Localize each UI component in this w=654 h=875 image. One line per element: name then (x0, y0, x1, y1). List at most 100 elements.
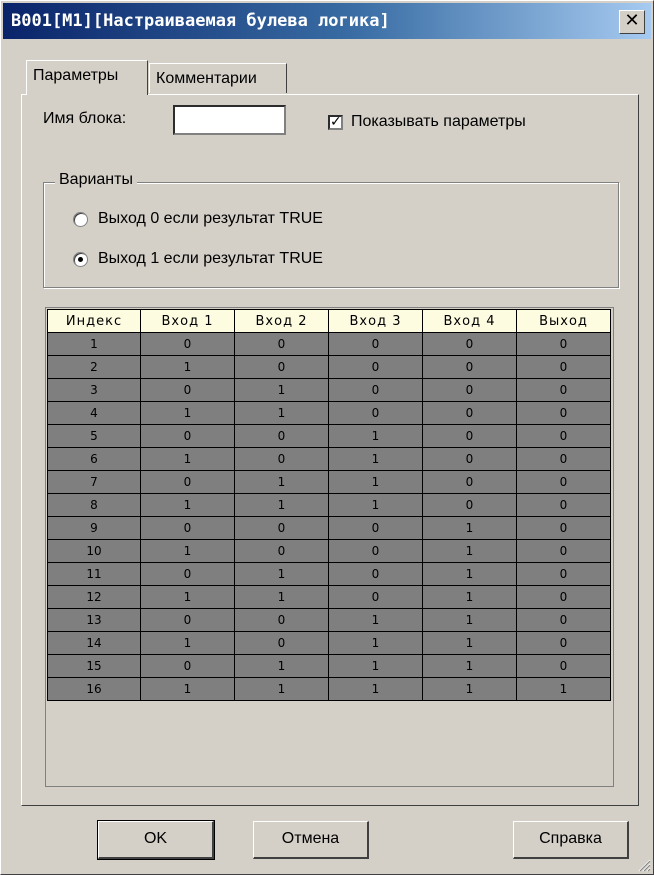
input-cell: 0 (422, 332, 517, 356)
resize-grip-icon[interactable] (635, 856, 651, 872)
input-cell: 0 (140, 378, 235, 402)
col-header-input3[interactable]: Вход 3 (328, 309, 423, 333)
input-cell: 1 (422, 539, 517, 563)
row-index-cell: 10 (47, 539, 141, 563)
input-cell: 1 (140, 585, 235, 609)
variants-legend: Варианты (55, 171, 137, 189)
table-row[interactable]: 14 1 0 1 1 0 (47, 631, 611, 655)
col-header-output[interactable]: Выход (516, 309, 611, 333)
output-cell[interactable]: 0 (516, 631, 611, 655)
input-cell: 1 (140, 447, 235, 471)
table-row[interactable]: 210000 (47, 355, 611, 379)
input-cell: 0 (422, 355, 517, 379)
output-cell[interactable]: 1 (516, 677, 611, 701)
col-header-input2[interactable]: Вход 2 (234, 309, 329, 333)
variant-output1-radio[interactable] (73, 252, 88, 267)
output-cell[interactable]: 0 (516, 355, 611, 379)
tab-parameters[interactable]: Параметры (26, 60, 148, 95)
table-row[interactable]: 900010 (47, 516, 611, 540)
input-cell: 0 (234, 424, 329, 448)
row-index-cell: 16 (47, 677, 141, 701)
show-params-checkbox[interactable]: ✓ (328, 115, 343, 130)
radio-selected-dot (78, 257, 83, 262)
col-header-index[interactable]: Индекс (47, 309, 141, 333)
input-cell: 0 (328, 401, 423, 425)
input-cell: 0 (422, 470, 517, 494)
input-cell: 1 (234, 677, 329, 701)
variant-output1-label[interactable]: Выход 1 если результат TRUE (98, 250, 323, 268)
truth-table: Индекс Вход 1 Вход 2 Вход 3 Вход 4 Выход… (47, 309, 611, 701)
table-row[interactable]: 411000 (47, 401, 611, 425)
input-cell: 1 (328, 654, 423, 678)
cancel-button[interactable]: Отмена (253, 821, 369, 859)
truth-table-container: Индекс Вход 1 Вход 2 Вход 3 Вход 4 Выход… (45, 307, 614, 787)
table-row[interactable]: 16 1 1 1 1 1 (47, 677, 611, 701)
table-row[interactable]: 13 0 0 1 1 0 (47, 608, 611, 632)
output-cell[interactable]: 0 (516, 539, 611, 563)
output-cell[interactable]: 0 (516, 378, 611, 402)
output-cell[interactable]: 0 (516, 608, 611, 632)
table-row[interactable]: 100000 (47, 332, 611, 356)
output-cell[interactable]: 0 (516, 493, 611, 517)
row-index-cell: 13 (47, 608, 141, 632)
input-cell: 0 (140, 424, 235, 448)
input-cell: 1 (328, 608, 423, 632)
row-index-cell: 3 (47, 378, 141, 402)
output-cell[interactable]: 0 (516, 470, 611, 494)
row-index-cell: 4 (47, 401, 141, 425)
close-button[interactable]: ✕ (619, 10, 645, 34)
input-cell: 0 (422, 493, 517, 517)
input-cell: 1 (328, 677, 423, 701)
dialog-window: B001[M1][Настраиваемая булева логика] ✕ … (0, 0, 654, 875)
row-index-cell: 14 (47, 631, 141, 655)
variant-output0-label[interactable]: Выход 0 если результат TRUE (98, 210, 323, 228)
table-row[interactable]: 10 1 0 0 1 0 (47, 539, 611, 563)
table-row[interactable]: 12 1 1 0 1 0 (47, 585, 611, 609)
col-header-input4[interactable]: Вход 4 (422, 309, 517, 333)
show-params-label[interactable]: Показывать параметры (351, 113, 526, 131)
table-row[interactable]: 701100 (47, 470, 611, 494)
input-cell: 0 (140, 470, 235, 494)
input-cell: 1 (328, 493, 423, 517)
table-row[interactable]: 301000 (47, 378, 611, 402)
help-button[interactable]: Справка (513, 821, 629, 859)
input-cell: 0 (234, 332, 329, 356)
input-cell: 0 (422, 424, 517, 448)
output-cell[interactable]: 0 (516, 447, 611, 471)
tab-comments[interactable]: Комментарии (149, 63, 287, 93)
table-row[interactable]: 500100 (47, 424, 611, 448)
output-cell[interactable]: 0 (516, 516, 611, 540)
input-cell: 1 (328, 470, 423, 494)
output-cell[interactable]: 0 (516, 654, 611, 678)
output-cell[interactable]: 0 (516, 401, 611, 425)
ok-button[interactable]: OK (97, 820, 215, 860)
title-bar[interactable]: B001[M1][Настраиваемая булева логика] ✕ (3, 3, 651, 39)
col-header-input1[interactable]: Вход 1 (140, 309, 235, 333)
output-cell[interactable]: 0 (516, 562, 611, 586)
table-row[interactable]: 610100 (47, 447, 611, 471)
variant-output0-radio[interactable] (73, 212, 88, 227)
input-cell: 1 (140, 355, 235, 379)
output-cell[interactable]: 0 (516, 424, 611, 448)
output-cell[interactable]: 0 (516, 585, 611, 609)
input-cell: 0 (140, 516, 235, 540)
row-index-cell: 6 (47, 447, 141, 471)
input-cell: 1 (422, 608, 517, 632)
table-row[interactable]: 15 0 1 1 1 0 (47, 654, 611, 678)
row-index-cell: 7 (47, 470, 141, 494)
row-index-cell: 5 (47, 424, 141, 448)
input-cell: 0 (140, 562, 235, 586)
output-cell[interactable]: 0 (516, 332, 611, 356)
input-cell: 0 (422, 378, 517, 402)
truth-table-header-row: Индекс Вход 1 Вход 2 Вход 3 Вход 4 Выход (47, 309, 611, 333)
table-row[interactable]: 11 0 1 0 1 0 (47, 562, 611, 586)
block-name-input[interactable] (173, 105, 286, 135)
input-cell: 1 (140, 401, 235, 425)
input-cell: 1 (422, 677, 517, 701)
table-row[interactable]: 811100 (47, 493, 611, 517)
input-cell: 0 (422, 447, 517, 471)
input-cell: 0 (234, 447, 329, 471)
input-cell: 1 (234, 585, 329, 609)
input-cell: 0 (328, 585, 423, 609)
input-cell: 1 (422, 562, 517, 586)
